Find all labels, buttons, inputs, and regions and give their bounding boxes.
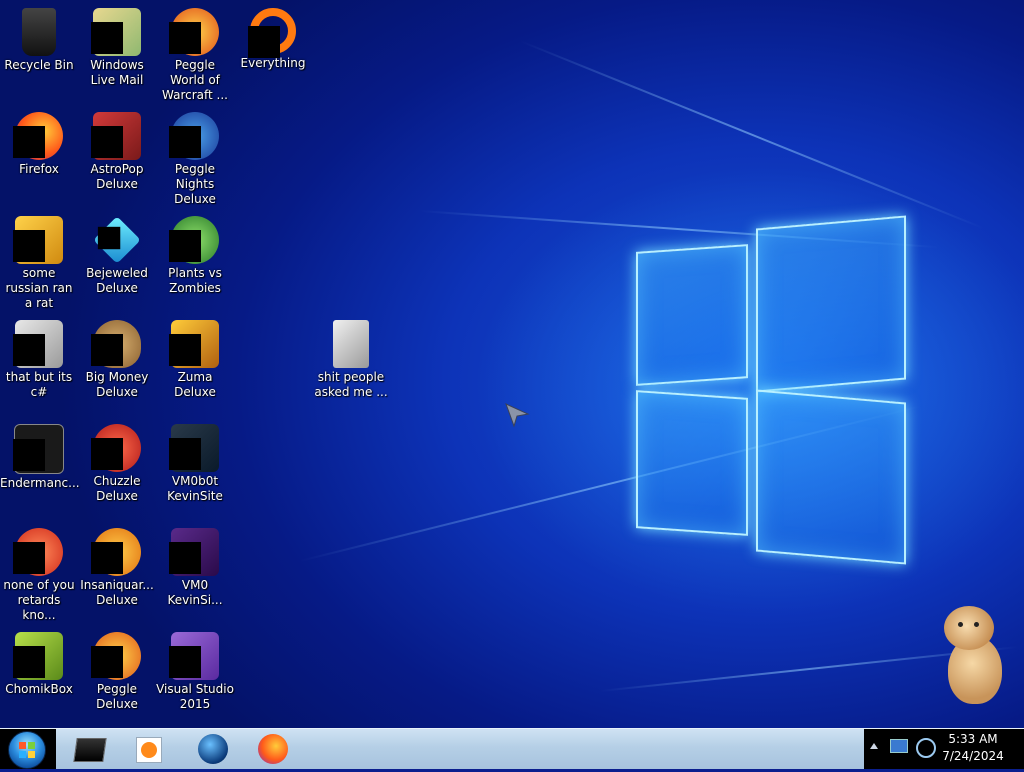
- desktop-icon-some-russian[interactable]: some russian ran a rat: [0, 210, 78, 311]
- vm-icon: [169, 424, 219, 472]
- black-monitor-icon: [73, 738, 107, 762]
- desktop[interactable]: Recycle Bin Windows Live Mail Peggle Wor…: [0, 0, 1024, 728]
- hamster-app-icon: [13, 632, 63, 680]
- desktop-icon-insaniquarium[interactable]: Insaniquar... Deluxe: [78, 522, 156, 608]
- taskbar-pinned-media-player[interactable]: [132, 732, 166, 766]
- desktop-icon-peggle-nights[interactable]: Peggle Nights Deluxe: [156, 106, 234, 207]
- zuma-icon: [169, 320, 219, 368]
- red-ball-icon: [13, 528, 63, 576]
- desktop-icon-windows-live-mail[interactable]: Windows Live Mail: [78, 2, 156, 88]
- windows-logo-pane: [636, 244, 748, 386]
- show-desktop-button[interactable]: [1010, 729, 1024, 769]
- tray-network-icon[interactable]: [890, 739, 908, 753]
- windows-logo-pane: [756, 389, 906, 565]
- peggle-nights-icon: [169, 112, 219, 160]
- icon-label: VM0 KevinSi...: [167, 578, 223, 607]
- desktop-icon-chuzzle[interactable]: Chuzzle Deluxe: [78, 418, 156, 504]
- hamster-head: [944, 606, 994, 650]
- media-player-icon: [136, 737, 162, 763]
- desktop-icon-astropop[interactable]: AstroPop Deluxe: [78, 106, 156, 192]
- icon-label: Zuma Deluxe: [174, 370, 216, 399]
- recycle-bin-icon: [22, 8, 56, 56]
- desktop-icon-chomikbox[interactable]: ChomikBox: [0, 626, 78, 697]
- folder-icon: [333, 320, 369, 368]
- hamster-eye: [974, 622, 979, 627]
- light-beam: [519, 40, 984, 230]
- mail-icon: [91, 8, 141, 56]
- icon-label: that but its c#: [5, 370, 73, 399]
- icon-label: none of you retards kno...: [3, 578, 75, 622]
- start-button[interactable]: [0, 729, 56, 769]
- plant-icon: [169, 216, 219, 264]
- icon-label: Peggle Deluxe: [96, 682, 138, 711]
- search-icon: [248, 8, 296, 58]
- peggle-deluxe-icon: [91, 632, 141, 680]
- icon-label: Visual Studio 2015: [156, 682, 234, 711]
- money-bag-icon: [91, 320, 141, 368]
- icon-label: some russian ran a rat: [5, 266, 73, 310]
- icon-label: Endermanc...: [0, 476, 80, 490]
- desktop-icon-endermanc[interactable]: Endermanc...: [0, 418, 80, 491]
- desktop-icon-everything[interactable]: Everything: [234, 2, 312, 71]
- icon-label: Peggle World of Warcraft ...: [162, 58, 228, 102]
- icon-label: Plants vs Zombies: [168, 266, 222, 295]
- taskbar-clock[interactable]: 5:33 AM 7/24/2024: [938, 731, 1008, 765]
- globe-icon: [198, 734, 228, 764]
- hamster-desktop-pet[interactable]: [940, 606, 1006, 706]
- icon-label: Windows Live Mail: [90, 58, 144, 87]
- icon-label: Recycle Bin: [4, 58, 74, 72]
- tray-arrow-icon[interactable]: [870, 743, 878, 749]
- desktop-icon-none-of-you[interactable]: none of you retards kno...: [0, 522, 78, 623]
- vm-purple-icon: [169, 528, 219, 576]
- icon-label: Everything: [240, 56, 306, 70]
- desktop-icon-vm0b0t[interactable]: VM0b0t KevinSite: [156, 418, 234, 504]
- icon-label: VM0b0t KevinSite: [167, 474, 223, 503]
- windows-logo-pane: [636, 390, 748, 536]
- firefox-icon: [13, 112, 63, 160]
- desktop-icon-firefox[interactable]: Firefox: [0, 106, 78, 177]
- hamster-eye: [958, 622, 963, 627]
- gem-icon: [93, 216, 141, 264]
- tray-clock-app-icon[interactable]: [916, 738, 936, 758]
- desktop-icon-folder[interactable]: shit people asked me ...: [312, 314, 390, 400]
- icon-label: Big Money Deluxe: [85, 370, 149, 399]
- icon-label: ChomikBox: [5, 682, 73, 696]
- clock-time: 5:33 AM: [948, 732, 998, 746]
- icon-label: shit people asked me ...: [314, 370, 388, 399]
- windows-logo-icon: [8, 731, 46, 769]
- firefox-icon: [258, 734, 288, 764]
- desktop-icon-recycle-bin[interactable]: Recycle Bin: [0, 2, 78, 73]
- astropop-icon: [91, 112, 141, 160]
- chuzzle-icon: [91, 424, 141, 472]
- desktop-icon-visual-studio[interactable]: Visual Studio 2015: [156, 626, 234, 712]
- taskbar-pinned-black-app[interactable]: [72, 732, 107, 766]
- windows-logo-pane: [756, 215, 906, 393]
- icon-label: Firefox: [19, 162, 59, 176]
- yellow-app-icon: [13, 216, 63, 264]
- desktop-icon-vm0[interactable]: VM0 KevinSi...: [156, 522, 234, 608]
- terminal-icon: [13, 424, 64, 474]
- desktop-icon-big-money[interactable]: Big Money Deluxe: [78, 314, 156, 400]
- desktop-icon-bejeweled[interactable]: Bejeweled Deluxe: [78, 210, 156, 296]
- icon-label: AstroPop Deluxe: [90, 162, 144, 191]
- taskbar: 5:33 AM 7/24/2024: [0, 728, 1024, 769]
- desktop-icon-plants-vs-zombies[interactable]: Plants vs Zombies: [156, 210, 234, 296]
- desktop-icon-peggle-deluxe[interactable]: Peggle Deluxe: [78, 626, 156, 712]
- desktop-icon-zuma[interactable]: Zuma Deluxe: [156, 314, 234, 400]
- desktop-icon-peggle-wow[interactable]: Peggle World of Warcraft ...: [156, 2, 234, 103]
- mouse-cursor: [505, 403, 530, 428]
- icon-label: Chuzzle Deluxe: [93, 474, 141, 503]
- clock-date: 7/24/2024: [942, 749, 1004, 763]
- desktop-icon-that-but-its-csharp[interactable]: that but its c#: [0, 314, 78, 400]
- icon-label: Peggle Nights Deluxe: [174, 162, 216, 206]
- peggle-icon: [169, 8, 219, 56]
- window-stack-icon: [13, 320, 63, 368]
- taskbar-pinned-firefox[interactable]: [256, 732, 290, 766]
- visual-studio-icon: [169, 632, 219, 680]
- fish-icon: [91, 528, 141, 576]
- taskbar-pinned-globe[interactable]: [196, 732, 230, 766]
- icon-label: Bejeweled Deluxe: [86, 266, 148, 295]
- icon-label: Insaniquar... Deluxe: [80, 578, 154, 607]
